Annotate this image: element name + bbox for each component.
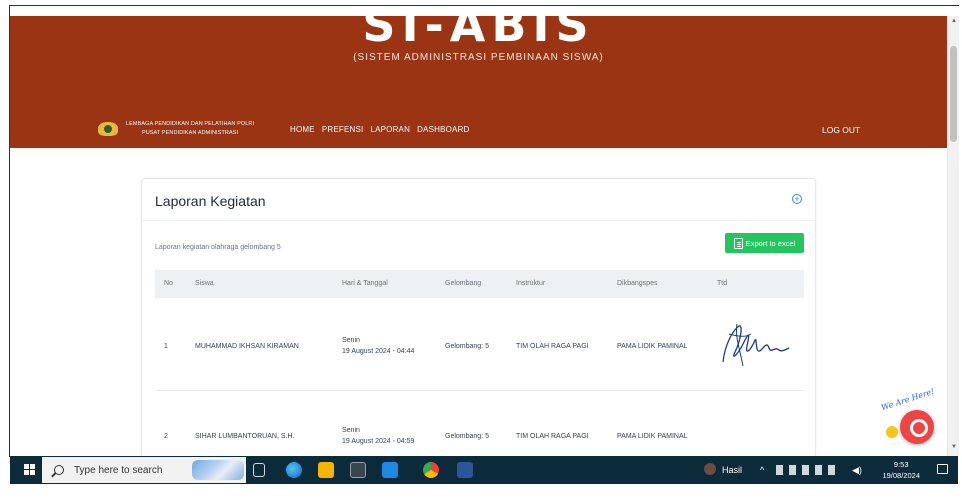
table-header: No Siswa Hari & Tanggal Gelombang Instru…	[155, 270, 804, 298]
file-explorer-icon[interactable]	[318, 462, 334, 478]
tray-hasil[interactable]: Hasil	[722, 465, 742, 475]
app-title: SI-ABIS	[362, 16, 595, 52]
clock-time: 9:53	[893, 460, 909, 469]
col-siswa: Siswa	[195, 280, 214, 287]
screen-bottom-margin	[0, 484, 962, 498]
clock[interactable]: 9:53 19/08/2024	[882, 459, 920, 481]
polri-emblem-icon	[96, 120, 120, 138]
cell-no: 1	[164, 343, 168, 350]
col-no: No	[164, 280, 173, 287]
edge-browser-icon[interactable]	[286, 462, 302, 478]
brand-line2: PUSAT PENDIDIKAN ADMINISTRASI	[141, 130, 239, 136]
search-highlight-image	[192, 460, 244, 480]
main-nav: HOME PREFENSI LAPORAN DASHBOARD	[290, 125, 470, 134]
col-instruktur: Instruktur	[516, 280, 546, 287]
logout-link[interactable]: LOG OUT	[822, 125, 860, 135]
add-circle-icon[interactable]: +	[792, 194, 802, 204]
windows-taskbar: Type here to search Hasil ^ ◀) 9:53 19/0…	[10, 456, 958, 484]
cell-gelombang: Gelombang: 5	[445, 433, 489, 440]
star-icon	[886, 426, 898, 438]
screen: { "header": { "app_title": "SI-ABIS", "a…	[0, 0, 962, 498]
cell-dikbangspes: PAMA LIDIK PAMINAL	[617, 433, 688, 440]
col-dikbangspes: Dikbangspes	[617, 280, 658, 287]
notification-icon[interactable]	[937, 464, 948, 474]
card-title: Laporan Kegiatan	[155, 193, 266, 209]
mail-icon[interactable]	[382, 462, 398, 478]
scroll-thumb[interactable]	[950, 46, 957, 142]
table-row: 2 SIHAR LUMBANTORUAN, S.H. Senin 19 Augu…	[155, 392, 804, 462]
brand-text: LEMBAGA PENDIDIKAN DAN PELATIHAN POLRI P…	[126, 120, 254, 138]
col-ttd: Ttd	[717, 280, 728, 287]
chat-widget[interactable]: We Are Here!	[880, 387, 942, 446]
app-subtitle: (SISTEM ADMINISTRASI PEMBINAAN SISWA)	[353, 52, 604, 63]
search-icon	[54, 465, 64, 475]
windows-start-icon[interactable]	[24, 464, 36, 476]
weather-icon[interactable]	[704, 463, 716, 475]
nav-home[interactable]: HOME	[290, 125, 315, 134]
brand-line1: LEMBAGA PENDIDIKAN DAN PELATIHAN POLRI	[126, 121, 255, 127]
taskbar-search[interactable]: Type here to search	[42, 457, 246, 483]
excel-file-icon	[733, 237, 743, 249]
col-hari-tanggal: Hari & Tanggal	[342, 280, 388, 287]
cell-hari: Senin	[342, 337, 360, 344]
cell-hari: Senin	[342, 427, 360, 434]
signature-image	[722, 323, 790, 367]
export-label: Export to excel	[745, 238, 796, 248]
card-description: Laporan kegiatan olahraga gelombang 5	[155, 244, 281, 251]
table-row: 1 MUHAMMAD IKHSAN KIRAMAN Senin 19 Augus…	[155, 299, 804, 391]
cell-tanggal: 19 August 2024 - 04:44	[342, 348, 415, 355]
system-tray-icons[interactable]	[776, 465, 836, 475]
brand[interactable]: LEMBAGA PENDIDIKAN DAN PELATIHAN POLRI P…	[96, 120, 254, 138]
chat-launcher-button[interactable]	[900, 410, 934, 444]
report-card: Laporan Kegiatan + Laporan kegiatan olah…	[141, 178, 816, 458]
page-scrollbar[interactable]: ▲ ▼	[947, 16, 959, 456]
word-icon[interactable]	[457, 462, 473, 478]
search-placeholder: Type here to search	[74, 464, 163, 476]
cell-siswa: SIHAR LUMBANTORUAN, S.H.	[195, 433, 295, 440]
col-gelombang: Gelombang	[445, 280, 482, 287]
site-header: SI-ABIS (SISTEM ADMINISTRASI PEMBINAAN S…	[10, 16, 947, 148]
chrome-icon[interactable]	[423, 462, 439, 478]
nav-dashboard[interactable]: DASHBOARD	[417, 125, 469, 134]
cell-instruktur: TIM OLAH RAGA PAGI	[516, 433, 589, 440]
cell-siswa: MUHAMMAD IKHSAN KIRAMAN	[195, 343, 299, 350]
cell-dikbangspes: PAMA LIDIK PAMINAL	[617, 343, 688, 350]
cell-no: 2	[164, 433, 168, 440]
cell-instruktur: TIM OLAH RAGA PAGI	[516, 343, 589, 350]
task-view-icon[interactable]	[253, 463, 265, 477]
nav-laporan[interactable]: LAPORAN	[370, 125, 410, 134]
card-header: Laporan Kegiatan +	[142, 179, 815, 221]
store-icon[interactable]	[350, 462, 366, 478]
scroll-down-icon[interactable]: ▼	[951, 444, 957, 450]
nav-prefensi[interactable]: PREFENSI	[322, 125, 364, 134]
cell-tanggal: 19 August 2024 - 04:59	[342, 438, 415, 445]
scroll-up-icon[interactable]: ▲	[951, 18, 957, 24]
show-hidden-icons-icon[interactable]: ^	[760, 465, 764, 475]
volume-icon[interactable]: ◀)	[852, 465, 862, 476]
clock-date: 19/08/2024	[882, 471, 920, 480]
export-excel-button[interactable]: Export to excel	[725, 233, 804, 253]
cell-gelombang: Gelombang: 5	[445, 343, 489, 350]
